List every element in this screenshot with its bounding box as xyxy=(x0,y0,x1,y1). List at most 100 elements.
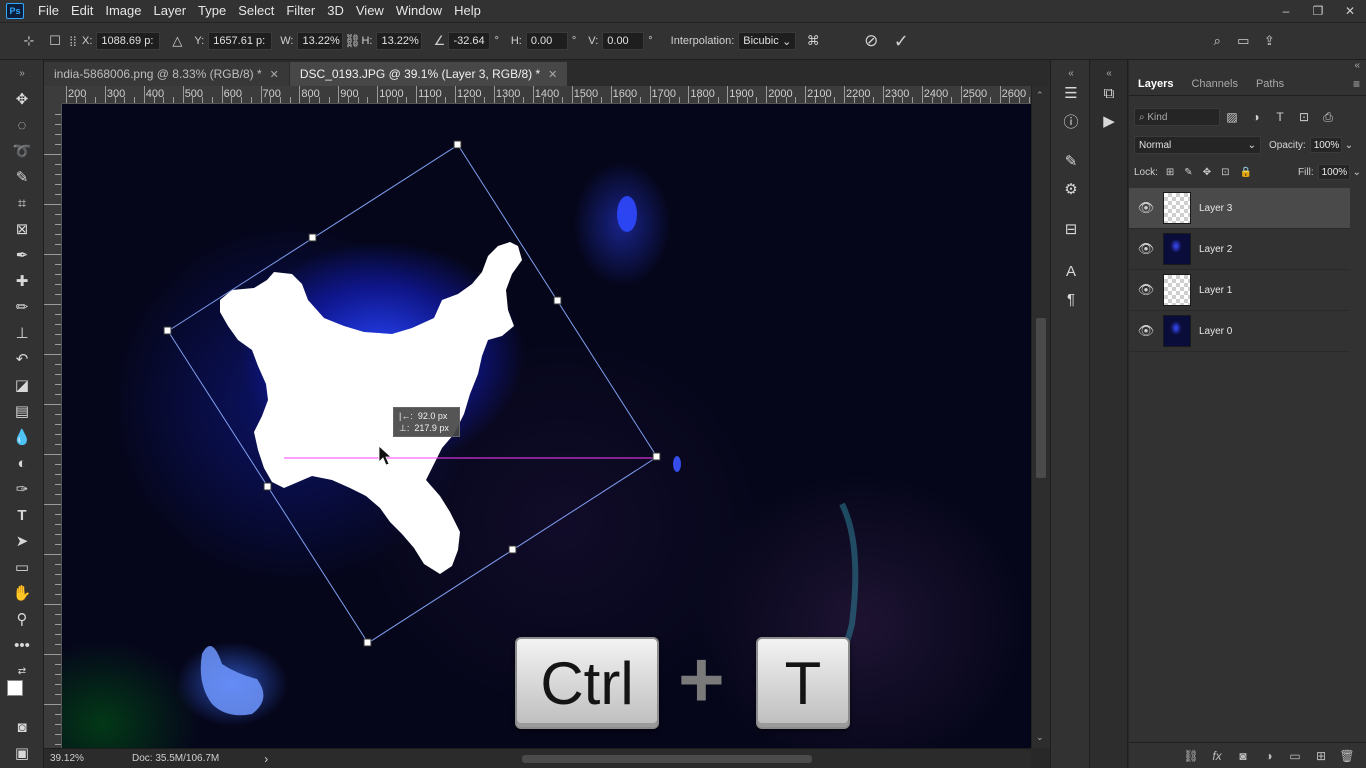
angle-field[interactable]: -32.64 xyxy=(448,32,491,50)
transform-handle-right[interactable] xyxy=(652,452,661,461)
brush-settings-icon[interactable]: ⚙ xyxy=(1059,178,1083,200)
layer-row-layer-0[interactable]: 👁 Layer 0 xyxy=(1129,311,1350,352)
shape-filter-icon[interactable]: ⊡ xyxy=(1292,108,1316,126)
transform-handle-left-mid[interactable] xyxy=(263,482,272,491)
stamp-icon[interactable]: ⊥ xyxy=(8,322,36,344)
interpolation-select[interactable]: Bicubic ⌄ xyxy=(738,32,797,50)
transform-handle-top[interactable] xyxy=(453,140,462,149)
delete-layer-icon[interactable]: 🗑 xyxy=(1334,746,1360,766)
tab-paths[interactable]: Paths xyxy=(1247,72,1293,96)
eye-icon[interactable]: 👁 xyxy=(1129,241,1163,257)
brushes-icon[interactable]: ✎ xyxy=(1059,150,1083,172)
collapse-toolbar-icon[interactable]: » xyxy=(8,62,36,84)
transform-handle-right-mid[interactable] xyxy=(553,296,562,305)
reference-point-toggle-icon[interactable]: ☐ xyxy=(46,32,64,50)
menu-help[interactable]: Help xyxy=(448,0,487,22)
brush-icon[interactable]: ✏ xyxy=(8,296,36,318)
quick-mask-icon[interactable]: ◙ xyxy=(8,716,36,738)
blend-mode-select[interactable]: Normal ⌄ xyxy=(1134,136,1261,154)
restore-button[interactable]: ❐ xyxy=(1302,0,1334,22)
path-select-icon[interactable]: ➤ xyxy=(8,530,36,552)
transform-handle-bottom-mid[interactable] xyxy=(508,545,517,554)
cancel-transform-icon[interactable]: ⊘ xyxy=(862,31,880,50)
zoom-icon[interactable]: ⚲ xyxy=(8,608,36,630)
tab-dsc[interactable]: DSC_0193.JPG @ 39.1% (Layer 3, RGB/8) * … xyxy=(289,62,568,86)
close-icon[interactable]: ✕ xyxy=(548,68,557,81)
lock-transparency-icon[interactable]: ⊞ xyxy=(1166,167,1174,178)
blur-icon[interactable]: 💧 xyxy=(8,426,36,448)
menu-filter[interactable]: Filter xyxy=(280,0,321,22)
minimize-button[interactable]: – xyxy=(1270,0,1302,22)
layer-row-layer-3[interactable]: 👁 Layer 3 xyxy=(1129,188,1350,229)
link-icon[interactable]: ⛓ xyxy=(343,32,361,50)
reference-point-grid-icon[interactable]: ⁞⁞ xyxy=(64,32,82,50)
horizontal-scroll-thumb[interactable] xyxy=(522,755,812,763)
x-field[interactable]: 1088.69 p: xyxy=(96,32,161,50)
lasso-icon[interactable]: ➰ xyxy=(8,140,36,162)
actions-play-icon[interactable]: ▶ xyxy=(1097,110,1121,132)
history-icon[interactable]: ⧉ xyxy=(1097,82,1121,104)
tab-channels[interactable]: Channels xyxy=(1182,72,1246,96)
workspace-icon[interactable]: ▭ xyxy=(1234,32,1252,50)
scroll-down-icon[interactable]: ⌄ xyxy=(1036,732,1044,743)
chevron-down-icon[interactable]: ⌄ xyxy=(1345,140,1353,151)
scroll-up-icon[interactable]: ⌃ xyxy=(1036,90,1044,101)
menu-edit[interactable]: Edit xyxy=(65,0,99,22)
close-icon[interactable]: ✕ xyxy=(270,68,279,81)
eye-icon[interactable]: 👁 xyxy=(1129,282,1163,298)
info-icon[interactable]: ⓘ xyxy=(1059,110,1083,132)
menu-select[interactable]: Select xyxy=(232,0,280,22)
menu-view[interactable]: View xyxy=(350,0,390,22)
v-skew-field[interactable]: 0.00 xyxy=(602,32,645,50)
pixel-filter-icon[interactable]: ▨ xyxy=(1220,108,1244,126)
tab-india[interactable]: india-5868006.png @ 8.33% (RGB/8) * ✕ xyxy=(44,62,289,86)
commit-transform-icon[interactable]: ✓ xyxy=(892,31,910,51)
vertical-scroll-thumb[interactable] xyxy=(1036,318,1046,478)
add-mask-icon[interactable]: ◙ xyxy=(1230,746,1256,766)
menu-3d[interactable]: 3D xyxy=(321,0,350,22)
menu-layer[interactable]: Layer xyxy=(148,0,193,22)
eye-icon[interactable]: 👁 xyxy=(1129,323,1163,339)
vertical-scrollbar[interactable]: ⌃ ⌄ xyxy=(1031,86,1050,748)
close-button[interactable]: ✕ xyxy=(1334,0,1366,22)
search-icon[interactable]: ⌕ xyxy=(1208,32,1226,50)
width-field[interactable]: 13.22% xyxy=(297,32,344,50)
clone-source-icon[interactable]: ⊟ xyxy=(1059,218,1083,240)
collapse-dock-icon[interactable]: « xyxy=(1059,62,1083,84)
eye-icon[interactable]: 👁 xyxy=(1129,200,1163,216)
screen-mode-icon[interactable]: ▣ xyxy=(8,742,36,764)
gradient-icon[interactable]: ▤ xyxy=(8,400,36,422)
layer-row-layer-2[interactable]: 👁 Layer 2 xyxy=(1129,229,1350,270)
shape-icon[interactable]: ▭ xyxy=(8,556,36,578)
adjustment-filter-icon[interactable]: ◑ xyxy=(1244,108,1268,126)
menu-type[interactable]: Type xyxy=(192,0,232,22)
character-icon[interactable]: A xyxy=(1059,260,1083,282)
eyedropper-icon[interactable]: ✒ xyxy=(8,244,36,266)
paragraph-icon[interactable]: ¶ xyxy=(1059,288,1083,310)
history-brush-icon[interactable]: ↶ xyxy=(8,348,36,370)
pen-icon[interactable]: ✑ xyxy=(8,478,36,500)
foreground-color-swatch[interactable] xyxy=(7,680,23,696)
lock-image-icon[interactable]: ✎ xyxy=(1184,167,1192,178)
marquee-icon[interactable]: ◌ xyxy=(8,114,36,136)
transform-handle-bottom[interactable] xyxy=(363,638,372,647)
smart-object-filter-icon[interactable]: ⎙ xyxy=(1316,108,1340,126)
menu-window[interactable]: Window xyxy=(390,0,448,22)
link-layers-icon[interactable]: ⛓ xyxy=(1178,746,1204,766)
panel-menu-icon[interactable]: ≡ xyxy=(1353,77,1360,91)
type-filter-icon[interactable]: T xyxy=(1268,108,1292,126)
swap-colors-icon[interactable]: ⇄ xyxy=(8,660,36,682)
lock-all-icon[interactable]: 🔒 xyxy=(1239,167,1251,178)
india-map-shape[interactable] xyxy=(220,242,522,574)
type-icon[interactable]: T xyxy=(8,504,36,526)
new-group-icon[interactable]: ▭ xyxy=(1282,746,1308,766)
relative-position-icon[interactable]: △ xyxy=(168,32,186,50)
share-icon[interactable]: ⇪ xyxy=(1260,32,1278,50)
hand-icon[interactable]: ✋ xyxy=(8,582,36,604)
opacity-field[interactable]: 100% xyxy=(1309,137,1342,153)
dodge-icon[interactable]: ◐ xyxy=(8,452,36,474)
kind-filter-select[interactable]: ⌕ Kind xyxy=(1134,108,1220,126)
quick-select-icon[interactable]: ✎ xyxy=(8,166,36,188)
eraser-icon[interactable]: ◪ xyxy=(8,374,36,396)
status-menu-arrow[interactable]: › xyxy=(264,752,268,766)
